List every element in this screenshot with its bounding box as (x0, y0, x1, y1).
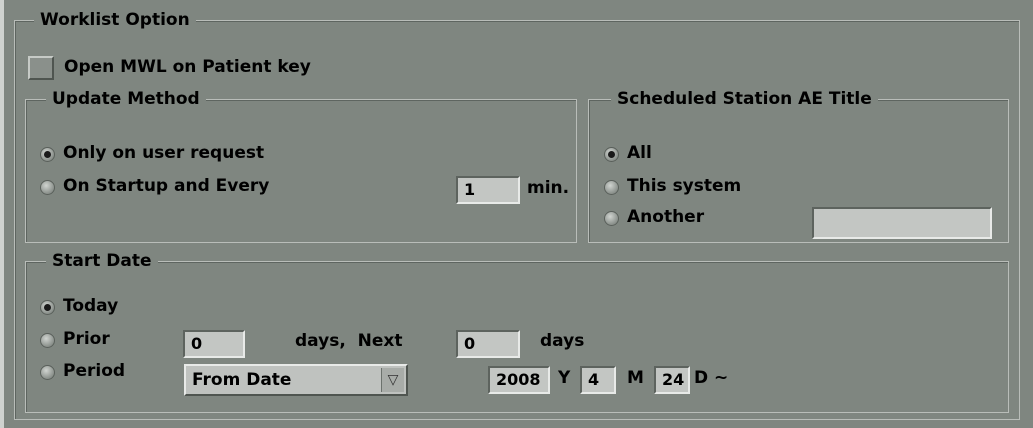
month-unit-label: M (627, 368, 644, 388)
station-all-label: All (627, 143, 652, 163)
days-label: days (540, 331, 585, 351)
day-field[interactable]: 24 (654, 366, 690, 394)
start-prior-radio[interactable] (40, 333, 55, 348)
update-method-group (25, 99, 577, 243)
open-mwl-label: Open MWL on Patient key (64, 57, 311, 77)
station-this-system-label: This system (627, 176, 742, 196)
start-prior-label: Prior (63, 329, 110, 349)
on-startup-radio[interactable] (40, 180, 55, 195)
dropdown-arrow-icon[interactable]: ▽ (381, 368, 404, 392)
period-select-value: From Date (192, 370, 292, 390)
station-another-label: Another (627, 207, 705, 227)
interval-unit-label: min. (527, 178, 570, 198)
month-field[interactable]: 4 (580, 366, 616, 394)
start-date-legend: Start Date (46, 251, 158, 271)
day-unit-label: D ~ (694, 368, 729, 388)
year-unit-label: Y (558, 368, 571, 388)
start-today-radio[interactable] (40, 300, 55, 315)
start-period-radio[interactable] (40, 365, 55, 380)
year-field[interactable]: 2008 (488, 366, 550, 394)
period-select[interactable]: From Date ▽ (184, 364, 408, 396)
start-period-label: Period (63, 361, 126, 381)
interval-minutes-field[interactable]: 1 (456, 176, 520, 204)
prior-days-field[interactable]: 0 (183, 330, 245, 358)
station-all-radio[interactable] (604, 147, 619, 162)
window-edge (0, 0, 4, 428)
next-days-field[interactable]: 0 (456, 330, 520, 358)
on-startup-label: On Startup and Every (63, 176, 270, 196)
station-another-radio[interactable] (604, 211, 619, 226)
station-ae-title-legend: Scheduled Station AE Title (611, 89, 878, 109)
only-user-request-radio[interactable] (40, 147, 55, 162)
only-user-request-label: Only on user request (63, 143, 265, 163)
update-method-legend: Update Method (46, 89, 206, 109)
station-this-system-radio[interactable] (604, 180, 619, 195)
start-today-label: Today (63, 296, 119, 316)
worklist-option-legend: Worklist Option (34, 10, 196, 30)
days-next-label: days, Next (295, 331, 403, 351)
station-another-field[interactable] (812, 207, 992, 239)
open-mwl-checkbox[interactable] (28, 56, 54, 80)
